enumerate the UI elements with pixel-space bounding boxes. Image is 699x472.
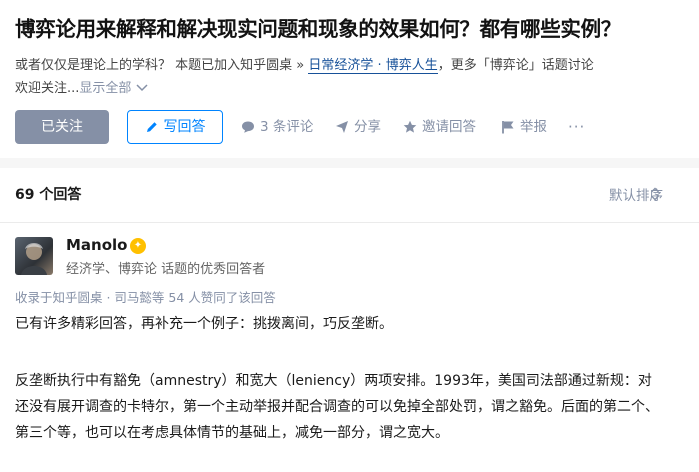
share-button[interactable]: 分享	[335, 110, 381, 144]
pen-icon	[146, 122, 157, 132]
answers-count: 69 个回答	[15, 187, 82, 203]
author-headline: 经济学、博弈论 话题的优秀回答者	[66, 262, 266, 277]
description-text-cont: ，更多「博弈论」话题讨论	[437, 58, 594, 73]
divider	[0, 222, 699, 223]
followed-button[interactable]: 已关注	[15, 110, 109, 144]
answer-paragraph: 已有许多精彩回答，再补充一个例子：挑拨离间，巧反垄断。	[15, 316, 393, 332]
question-header: 博弈论用来解释和解决现实问题和现象的效果如何？都有哪些实例？ 或者仅仅是理论上的…	[0, 0, 699, 158]
roundtable-link[interactable]: 日常经济学 · 博弈人生	[308, 58, 438, 74]
share-icon	[336, 121, 348, 133]
report-button[interactable]: 举报	[501, 110, 547, 144]
description-text-tail: 欢迎关注...	[15, 81, 80, 96]
author-name[interactable]: Manolo	[66, 236, 127, 254]
write-answer-label: 写回答	[163, 119, 206, 135]
show-all-button[interactable]: 显示全部	[79, 81, 131, 96]
report-label: 举报	[520, 119, 547, 135]
more-button[interactable]: ···	[568, 110, 585, 144]
star-icon	[403, 120, 417, 133]
share-label: 分享	[354, 119, 381, 135]
question-title: 博弈论用来解释和解决现实问题和现象的效果如何？都有哪些实例？	[15, 17, 621, 41]
author-avatar[interactable]	[15, 237, 53, 275]
invite-label: 邀请回答	[422, 119, 476, 135]
write-answer-button[interactable]: 写回答	[127, 110, 223, 144]
voters-info[interactable]: 收录于知乎圆桌 · 司马懿等 54 人赞同了该回答	[15, 287, 276, 306]
question-description: 或者仅仅是理论上的学科？ 本题已加入知乎圆桌 » 日常经济学 · 博弈人生，更多…	[15, 54, 685, 100]
answers-section: 69 个回答 默认排序 Manolo ✦ 经济学、博弈论 话题的优秀回答者 收录…	[0, 168, 699, 472]
comments-button[interactable]: 3 条评论	[241, 110, 313, 144]
excellent-answerer-badge-icon[interactable]: ✦	[130, 238, 146, 254]
comment-icon	[242, 121, 254, 133]
flag-icon	[502, 121, 514, 134]
invite-button[interactable]: 邀请回答	[403, 110, 476, 144]
sort-arrows-icon[interactable]	[650, 187, 660, 201]
answer-paragraph: 反垄断执行中有豁免（amnestry）和宽大（leniency）两项安排。199…	[15, 373, 659, 441]
chevron-down-icon[interactable]	[136, 82, 148, 95]
description-text: 或者仅仅是理论上的学科？ 本题已加入知乎圆桌 »	[15, 58, 309, 73]
comments-label: 3 条评论	[260, 119, 314, 135]
